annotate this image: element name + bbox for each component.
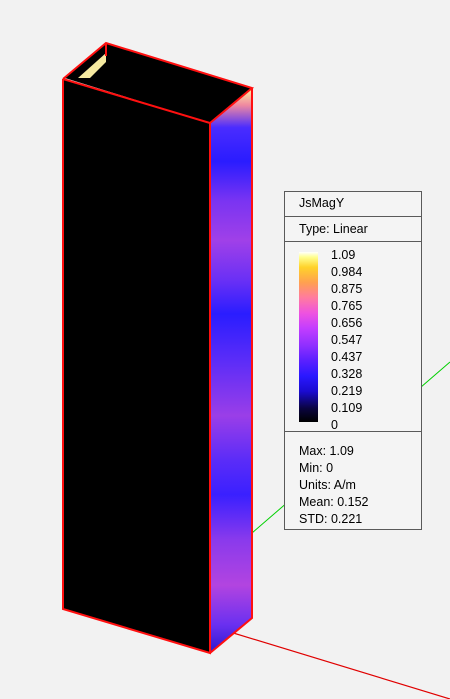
legend-tick: 0.547	[331, 333, 363, 347]
stat-units: Units: A/m	[299, 478, 356, 492]
red-axis-line	[229, 631, 450, 699]
legend-tick: 0.875	[331, 282, 363, 296]
legend-title: JsMagY	[285, 192, 421, 217]
legend-tick: 0.984	[331, 265, 363, 279]
legend-scale: 1.09 0.984 0.875 0.765 0.656 0.547 0.437…	[285, 242, 421, 432]
side-face-field	[210, 88, 252, 653]
stat-mean: Mean: 0.152	[299, 495, 369, 509]
legend-stats: Max: 1.09 Min: 0 Units: A/m Mean: 0.152 …	[299, 443, 369, 528]
legend-tick: 1.09	[331, 248, 356, 262]
stat-max: Max: 1.09	[299, 444, 354, 458]
colorbar	[299, 252, 318, 422]
legend-tick: 0.656	[331, 316, 363, 330]
field-legend[interactable]: JsMagY Type: Linear 1.09 0.984 0.875 0.7…	[284, 191, 422, 530]
legend-tick: 0.437	[331, 350, 363, 364]
legend-type: Type: Linear	[285, 217, 421, 242]
legend-tick: 0	[331, 418, 338, 432]
legend-tick: 0.109	[331, 401, 363, 415]
legend-tick: 0.765	[331, 299, 363, 313]
legend-tick: 0.328	[331, 367, 363, 381]
front-face	[63, 79, 210, 653]
legend-tick: 0.219	[331, 384, 363, 398]
stat-std: STD: 0.221	[299, 512, 363, 526]
stat-min: Min: 0	[299, 461, 334, 475]
